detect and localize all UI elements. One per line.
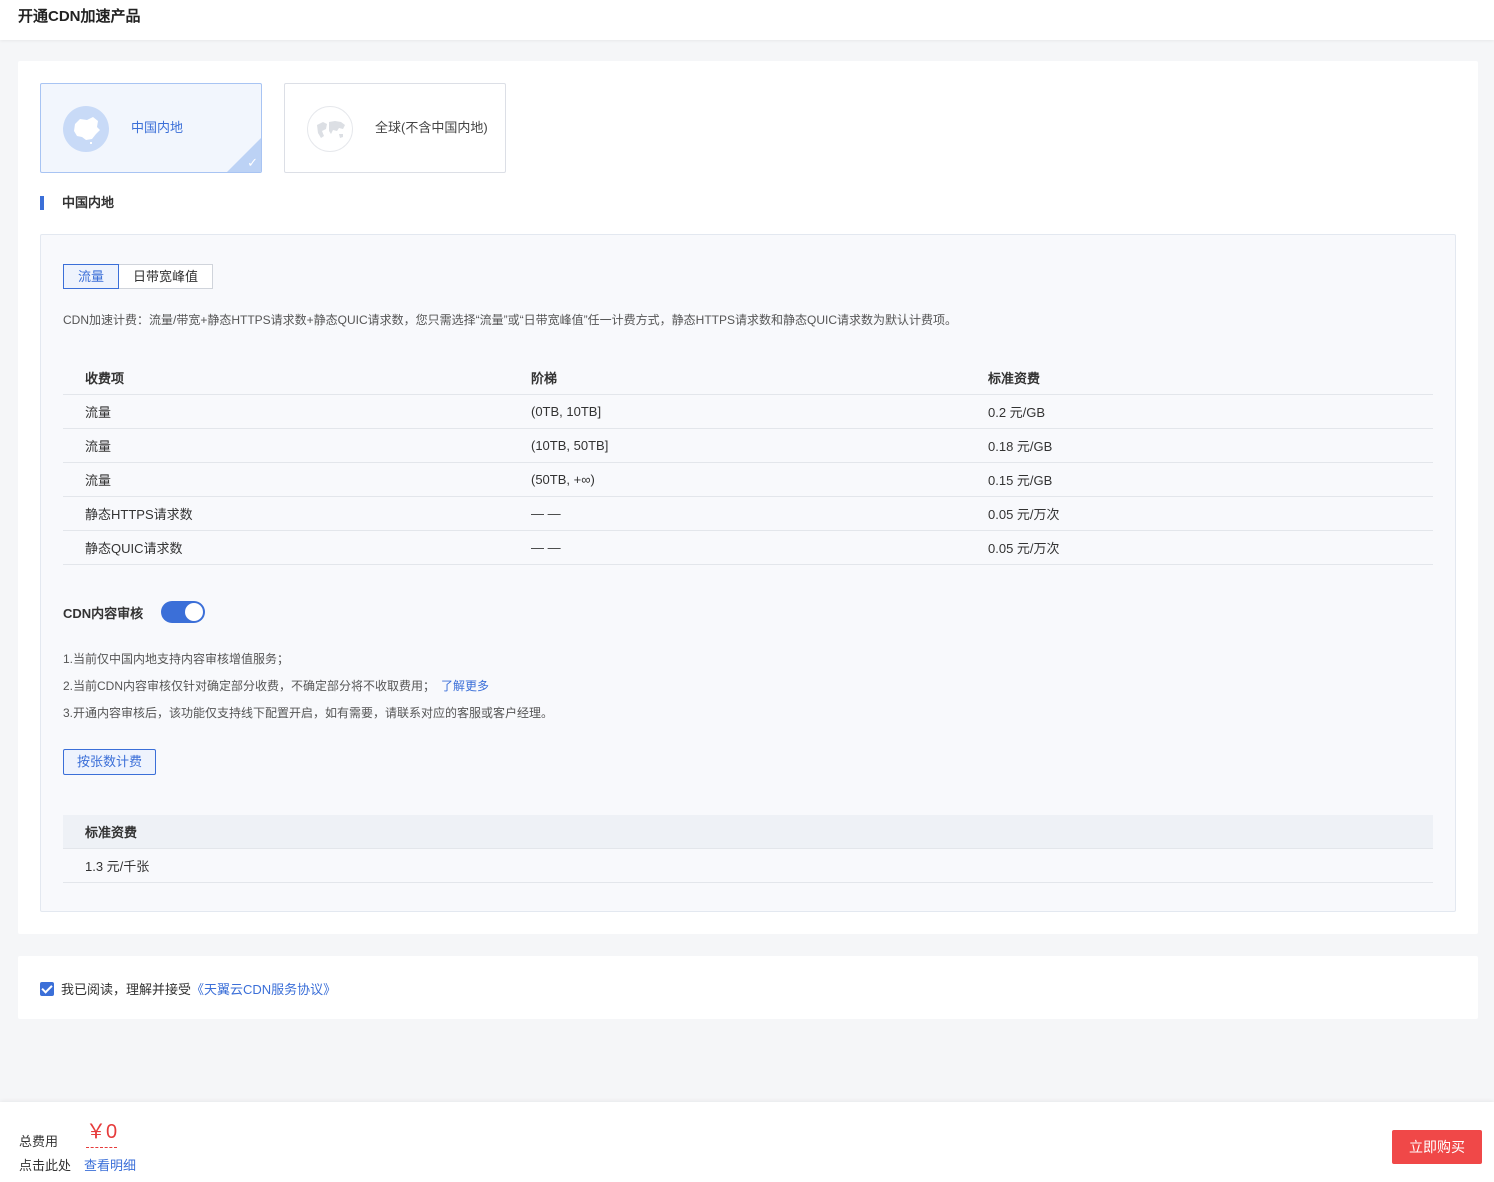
check-icon: ✓: [247, 155, 258, 170]
billing-per-image-button[interactable]: 按张数计费: [63, 749, 157, 775]
table-cell: — —: [509, 496, 966, 531]
table-header-row: 标准资费: [63, 815, 1433, 849]
click-here-label: 点击此处: [19, 1158, 72, 1173]
table-cell: 流量: [63, 394, 509, 429]
column-header: 标准资费: [966, 361, 1433, 395]
view-detail-link[interactable]: 查看明细: [84, 1155, 136, 1174]
table-row: 静态QUIC请求数 — — 0.05 元/万次: [63, 530, 1433, 565]
price-table: 收费项 阶梯 标准资费 流量 (0TB, 10TB] 0.2 元/GB 流量 (…: [63, 361, 1433, 565]
table-cell: 0.15 元/GB: [966, 462, 1433, 497]
tab-traffic[interactable]: 流量: [63, 264, 120, 289]
total-label: 总费用: [19, 1134, 59, 1149]
note-item: 3.开通内容审核后，该功能仅支持线下配置开启，如有需要，请联系对应的客服或客户经…: [63, 706, 554, 720]
table-header-row: 收费项 阶梯 标准资费: [63, 361, 1433, 395]
region-card-china-mainland[interactable]: 中国内地 ✓: [40, 83, 262, 173]
agreement-card: 我已阅读，理解并接受 《天翼云CDN服务协议》: [18, 956, 1478, 1019]
footer-bar: 总费用 ￥0 点击此处 查看明细 立即购买: [0, 1102, 1494, 1182]
main-card: 中国内地 ✓ 全球(不含中国内地) 中国内地 流量 日带宽峰值 CDN加速计费：…: [18, 61, 1478, 934]
toggle-knob: [185, 603, 204, 621]
table-cell: 0.18 元/GB: [966, 428, 1433, 463]
region-label: 全球(不含中国内地): [375, 120, 488, 135]
table-cell: (50TB, +∞): [509, 462, 966, 497]
china-map-icon: [63, 106, 109, 152]
table-row: 流量 (10TB, 50TB] 0.18 元/GB: [63, 428, 1433, 463]
pricing-panel: 流量 日带宽峰值 CDN加速计费：流量/带宽+静态HTTPS请求数+静态QUIC…: [40, 234, 1456, 912]
total-value[interactable]: ￥0: [86, 1120, 118, 1148]
table-row: 静态HTTPS请求数 — — 0.05 元/万次: [63, 496, 1433, 531]
table-row: 流量 (50TB, +∞) 0.15 元/GB: [63, 462, 1433, 497]
table-row: 1.3 元/千张: [63, 848, 1433, 883]
page-title: 开通CDN加速产品: [18, 8, 141, 25]
agreement-link[interactable]: 《天翼云CDN服务协议》: [191, 979, 336, 998]
agreement-checkbox[interactable]: [40, 981, 54, 996]
section-title: 中国内地: [40, 195, 114, 211]
table-cell: 静态HTTPS请求数: [63, 496, 509, 531]
table-cell: 流量: [63, 462, 509, 497]
table-cell: 0.2 元/GB: [966, 394, 1433, 429]
note-item: 2.当前CDN内容审核仅针对确定部分收费，不确定部分将不收取费用； 了解更多: [63, 679, 490, 693]
region-card-global[interactable]: 全球(不含中国内地): [284, 83, 506, 173]
page-header: 开通CDN加速产品: [0, 0, 1494, 40]
billing-tabs: 流量 日带宽峰值: [63, 264, 214, 289]
table-cell: 静态QUIC请求数: [63, 530, 509, 565]
table-cell: 0.05 元/万次: [966, 530, 1433, 565]
region-label: 中国内地: [131, 120, 184, 135]
table-cell: (10TB, 50TB]: [509, 428, 966, 463]
content-review-row: CDN内容审核: [63, 601, 206, 623]
table-cell: 1.3 元/千张: [63, 848, 1433, 883]
content-review-label: CDN内容审核: [63, 605, 144, 621]
content-review-notes: 1.当前仅中国内地支持内容审核增值服务； 2.当前CDN内容审核仅针对确定部分收…: [63, 649, 553, 730]
learn-more-link[interactable]: 了解更多: [441, 679, 489, 693]
world-map-icon: [307, 106, 353, 152]
review-fee-table: 标准资费 1.3 元/千张: [63, 815, 1433, 883]
agreement-row: 我已阅读，理解并接受 《天翼云CDN服务协议》: [40, 979, 336, 998]
column-header: 阶梯: [509, 361, 966, 395]
tab-daily-bandwidth-peak[interactable]: 日带宽峰值: [119, 264, 214, 289]
note-item: 1.当前仅中国内地支持内容审核增值服务；: [63, 652, 290, 666]
billing-description: CDN加速计费：流量/带宽+静态HTTPS请求数+静态QUIC请求数，您只需选择…: [63, 313, 958, 327]
table-cell: 0.05 元/万次: [966, 496, 1433, 531]
column-header: 标准资费: [63, 815, 1433, 849]
table-cell: — —: [509, 530, 966, 565]
content-review-toggle[interactable]: [161, 601, 206, 623]
table-row: 流量 (0TB, 10TB] 0.2 元/GB: [63, 394, 1433, 429]
column-header: 收费项: [63, 361, 509, 395]
table-cell: (0TB, 10TB]: [509, 394, 966, 429]
buy-now-button[interactable]: 立即购买: [1392, 1130, 1482, 1164]
agreement-text: 我已阅读，理解并接受: [61, 982, 192, 997]
table-cell: 流量: [63, 428, 509, 463]
